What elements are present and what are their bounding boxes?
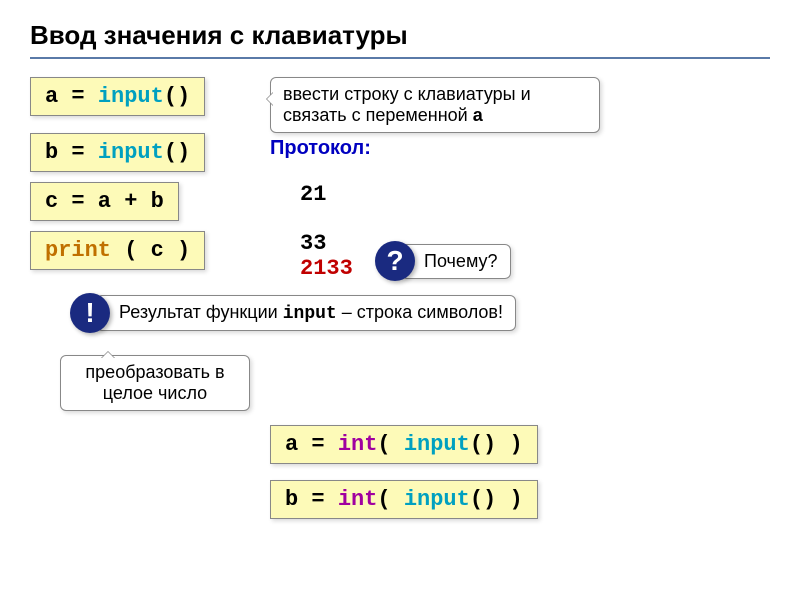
protocol-label: Протокол: [270,137,371,160]
code-line-2: b = input() [30,133,205,172]
callout-convert: преобразовать в целое число [60,355,250,411]
protocol-value-2: 33 [300,231,353,256]
exclaim-badge: ! [70,293,110,333]
code-int-b: b = int( input() ) [270,480,538,519]
callout-why: Почему? [401,244,511,279]
protocol-value-3: 2133 [300,256,353,281]
callout-result-note: Результат функции input – строка символо… [96,295,516,331]
code-line-1: a = input() [30,77,205,116]
code-line-4: print ( c ) [30,231,205,270]
code-line-3: c = a + b [30,182,179,221]
callout-enter-string: ввести строку с клавиатуры и связать с п… [270,77,600,133]
slide-title: Ввод значения с клавиатуры [30,20,770,59]
protocol-value-1: 21 [300,182,326,207]
question-badge: ? [375,241,415,281]
code-int-a: a = int( input() ) [270,425,538,464]
